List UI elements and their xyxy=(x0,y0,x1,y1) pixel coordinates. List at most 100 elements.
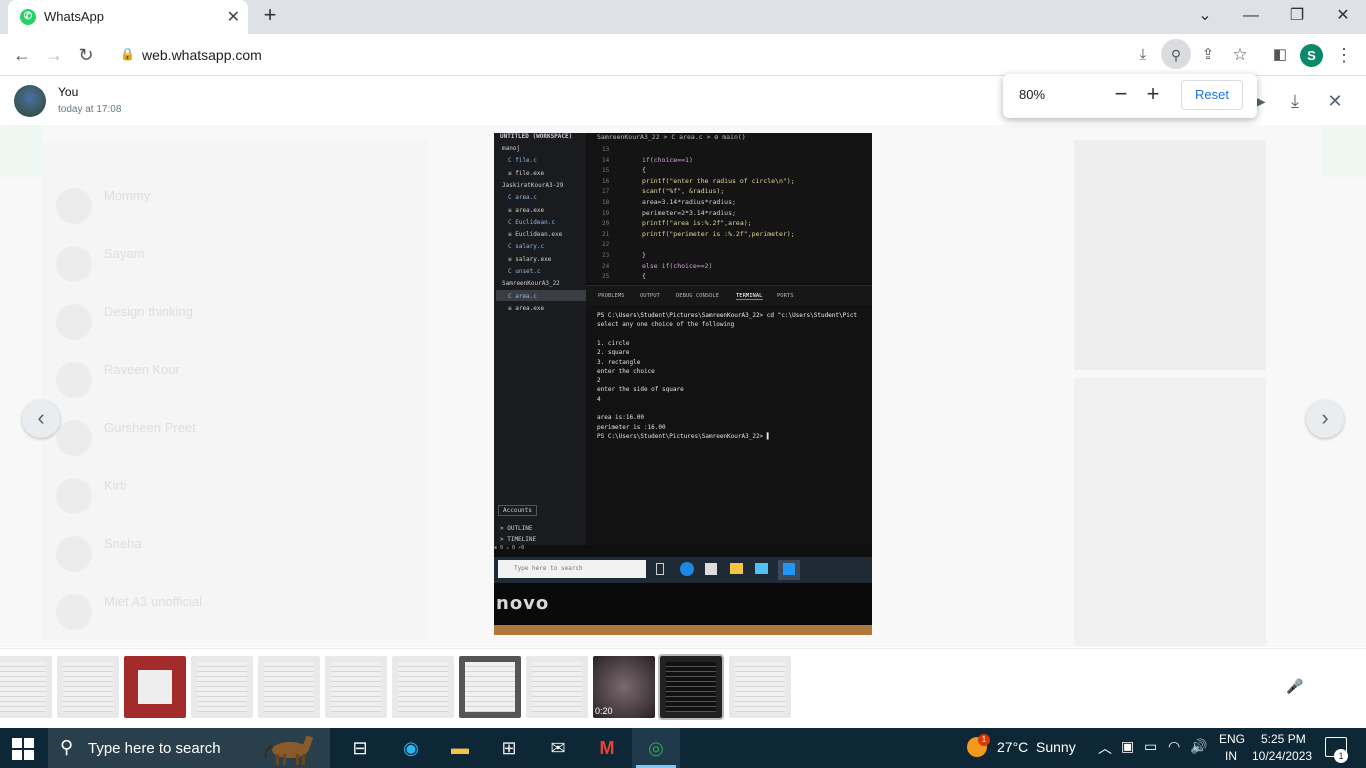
forward-icon[interactable]: → xyxy=(42,43,66,67)
input-language[interactable]: ENG xyxy=(1219,732,1245,746)
media-thumbnail[interactable] xyxy=(57,656,119,718)
input-region[interactable]: IN xyxy=(1225,749,1237,763)
terminal-line: PS C:\Users\Student\Pictures\SamreenKour… xyxy=(597,432,771,440)
task-view-icon[interactable]: ⊟ xyxy=(345,733,375,763)
microsoft-store-icon[interactable]: ⊞ xyxy=(494,733,524,763)
backdrop-chat-row: Sneha xyxy=(56,530,416,580)
zoom-level: 80% xyxy=(1019,87,1046,102)
editor-code-line: { xyxy=(642,272,646,281)
close-viewer-icon[interactable]: ✕ xyxy=(1324,90,1346,112)
terminal-line: enter the side of square xyxy=(597,386,684,394)
meet-now-icon[interactable]: ▣ xyxy=(1121,738,1134,755)
notification-count: 1 xyxy=(1334,749,1348,763)
media-thumbnail[interactable] xyxy=(124,656,186,718)
media-image[interactable]: UNTITLED (WORKSPACE) Accounts > OUTLINE … xyxy=(494,133,872,635)
explorer-workspace: UNTITLED (WORKSPACE) xyxy=(500,133,573,140)
explorer-item: ≡ Euclidean.exe xyxy=(508,231,563,239)
previous-media-button[interactable]: ‹ xyxy=(22,400,60,438)
backdrop-chat-row: Kirti xyxy=(56,472,416,522)
avatar[interactable] xyxy=(14,85,46,117)
zoom-in-button[interactable]: + xyxy=(1140,82,1166,108)
backdrop-chat-avatar xyxy=(56,362,92,398)
browser-menu-icon[interactable]: ⋮ xyxy=(1332,43,1356,67)
editor-line-number: 22 xyxy=(602,241,610,249)
file-explorer-icon[interactable]: ▬ xyxy=(445,733,475,763)
tab-search-chevron-icon[interactable]: ⌄ xyxy=(1187,4,1223,28)
volume-icon[interactable]: 🔊 xyxy=(1190,738,1207,755)
next-media-button[interactable]: › xyxy=(1306,400,1344,438)
editor-code-line: scanf("%f", &radius); xyxy=(642,187,725,196)
terminal-line: 2. square xyxy=(597,349,630,357)
chrome-icon[interactable]: ◎ xyxy=(641,733,671,763)
download-icon[interactable]: ⤓ xyxy=(1284,90,1306,112)
backdrop-chat-name: Sayam xyxy=(104,246,145,261)
panel-tab: OUTPUT xyxy=(640,293,660,299)
media-thumbnail[interactable] xyxy=(258,656,320,718)
video-thumbnail[interactable]: 0:20 xyxy=(593,656,655,718)
terminal-line: perimeter is :16.00 xyxy=(597,423,666,431)
media-thumbnail[interactable] xyxy=(325,656,387,718)
mail-icon[interactable]: ✉ xyxy=(543,733,573,763)
terminal-line: area is:16.00 xyxy=(597,414,644,422)
media-thumbnail[interactable] xyxy=(392,656,454,718)
windows-start-button[interactable] xyxy=(12,738,34,760)
microphone-icon: 🎤 xyxy=(1286,678,1304,694)
edge-icon[interactable]: ◉ xyxy=(396,733,426,763)
zoom-out-button[interactable]: − xyxy=(1108,82,1134,108)
backdrop-media-preview xyxy=(1074,378,1266,646)
media-thumbnail[interactable] xyxy=(526,656,588,718)
backdrop-chat-name: Kirti xyxy=(104,478,127,493)
wifi-icon[interactable]: ◠ xyxy=(1168,738,1180,755)
panel-tab: PORTS xyxy=(777,293,794,299)
terminal-line: select any one choice of the following xyxy=(597,321,735,329)
explorer-item: C file.c xyxy=(508,157,537,165)
bookmark-star-icon[interactable]: ☆ xyxy=(1228,43,1252,67)
profile-avatar[interactable]: S xyxy=(1300,44,1323,67)
photo-taskbar: Type here to search xyxy=(494,557,872,583)
backdrop-chat-name: Raveen Kour xyxy=(104,362,180,377)
editor-line-number: 16 xyxy=(602,177,610,185)
close-tab-icon[interactable]: ✕ xyxy=(227,7,240,27)
back-icon[interactable]: ← xyxy=(10,43,34,67)
share-icon[interactable]: ⇪ xyxy=(1196,43,1220,67)
media-thumbnail[interactable] xyxy=(729,656,791,718)
side-panel-icon[interactable]: ◧ xyxy=(1268,43,1292,67)
gmail-icon[interactable]: M xyxy=(592,733,622,763)
terminal-line: 2 xyxy=(597,377,601,385)
video-duration: 0:20 xyxy=(595,706,613,716)
media-thumbnail[interactable] xyxy=(191,656,253,718)
close-window-button[interactable]: ✕ xyxy=(1325,4,1361,28)
panel-tabs xyxy=(586,285,872,305)
explorer-item: ≡ area.exe xyxy=(508,206,545,214)
explorer-item: SamreenKourA3_22 xyxy=(502,280,560,288)
address-bar[interactable]: 🔒 web.whatsapp.com xyxy=(108,39,1258,71)
restore-button[interactable]: ❐ xyxy=(1279,4,1315,28)
tab-whatsapp[interactable]: ✆ WhatsApp ✕ xyxy=(8,0,248,34)
minimize-button[interactable]: — xyxy=(1233,4,1269,28)
explorer-timeline: > TIMELINE xyxy=(500,536,537,543)
zoom-reset-button[interactable]: Reset xyxy=(1181,80,1243,110)
clock-time[interactable]: 5:25 PM xyxy=(1261,732,1306,746)
weather-condition[interactable]: Sunny xyxy=(1036,739,1076,755)
temperature[interactable]: 27°C xyxy=(997,739,1028,755)
backdrop-chat-row: Gursheen Preet xyxy=(56,414,416,464)
media-thumbnail-selected[interactable] xyxy=(658,654,724,720)
media-thumbnail[interactable] xyxy=(459,656,521,718)
editor-line-number: 23 xyxy=(602,252,610,259)
install-app-icon[interactable]: ⤓ xyxy=(1131,43,1155,67)
new-tab-button[interactable]: + xyxy=(258,4,282,28)
clock-date[interactable]: 10/24/2023 xyxy=(1252,749,1312,763)
backdrop-chat-row: Mommy xyxy=(56,182,416,232)
backdrop-chat-row: Design thinking xyxy=(56,298,416,348)
lock-icon: 🔒 xyxy=(120,47,135,61)
show-hidden-icons-chevron-icon[interactable]: ︿ xyxy=(1098,738,1112,758)
backdrop-chat-row: Sayam xyxy=(56,240,416,290)
zoom-magnifier-icon: ⚲ xyxy=(1170,47,1182,63)
media-thumbnail[interactable] xyxy=(0,656,52,718)
reload-icon[interactable]: ↻ xyxy=(74,43,98,67)
battery-icon[interactable]: ▭ xyxy=(1144,738,1157,755)
taskbar-search-placeholder: Type here to search xyxy=(88,740,221,757)
backdrop-media-preview xyxy=(1074,140,1266,370)
backdrop-chat-avatar xyxy=(56,420,92,456)
editor-line-number: 14 xyxy=(602,156,610,164)
